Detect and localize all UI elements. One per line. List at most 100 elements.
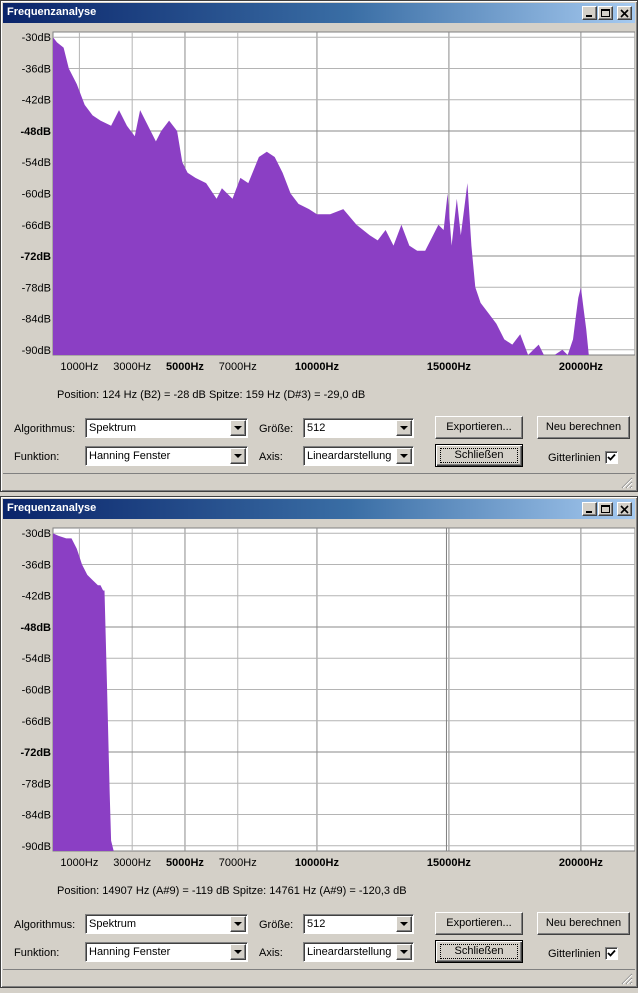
y-tick-label: -66dB <box>22 716 51 728</box>
y-tick-label: -48dB <box>20 126 51 138</box>
size-value: 512 <box>307 422 326 434</box>
algorithm-label: Algorithmus: <box>14 919 76 931</box>
minimize-icon <box>586 511 592 513</box>
function-label: Funktion: <box>14 451 60 463</box>
algorithm-value: Spektrum <box>89 422 137 434</box>
y-tick-label: -72dB <box>20 747 51 759</box>
algorithm-dropdown-button[interactable] <box>230 420 246 436</box>
x-tick-label: 15000Hz <box>427 361 472 373</box>
y-tick-label: -30dB <box>22 528 51 540</box>
minimize-button[interactable] <box>582 502 597 516</box>
axis-select[interactable]: Lineardarstellung <box>303 446 414 466</box>
size-dropdown-button[interactable] <box>396 420 412 436</box>
y-tick-label: -54dB <box>22 653 51 665</box>
status-readout: Position: 14907 Hz (A#9) = -119 dB Spitz… <box>57 885 407 897</box>
axis-dropdown-button[interactable] <box>396 944 412 960</box>
frequency-analysis-window: Frequenzanalyse -30dB -36dB -42dB -48dB -54d… <box>0 0 638 492</box>
focus-ring <box>440 944 518 959</box>
close-icon <box>620 9 629 18</box>
algorithm-dropdown-button[interactable] <box>230 916 246 932</box>
y-tick-label: -78dB <box>22 282 51 294</box>
function-dropdown-button[interactable] <box>230 448 246 464</box>
axis-value: Lineardarstellung <box>307 450 392 462</box>
axis-label: Axis: <box>259 451 283 463</box>
axis-dropdown-button[interactable] <box>396 448 412 464</box>
function-select[interactable]: Hanning Fenster <box>85 446 248 466</box>
check-icon <box>607 949 616 957</box>
x-tick-label: 1000Hz <box>60 857 98 869</box>
size-dropdown-button[interactable] <box>396 916 412 932</box>
y-tick-label: -54dB <box>22 157 51 169</box>
frequency-analysis-window: Frequenzanalyse -30dB -36dB -42dB -48dB -54d… <box>0 496 638 988</box>
x-tick-label: 3000Hz <box>113 361 151 373</box>
function-select[interactable]: Hanning Fenster <box>85 942 248 962</box>
x-tick-label: 20000Hz <box>559 361 604 373</box>
window-title: Frequenzanalyse <box>7 6 97 18</box>
resize-grip-icon[interactable] <box>621 973 633 985</box>
algorithm-value: Spektrum <box>89 918 137 930</box>
y-tick-label: -60dB <box>22 189 51 201</box>
gridlines-label: Gitterlinien <box>548 948 601 960</box>
maximize-button[interactable] <box>598 6 613 20</box>
y-tick-label: -36dB <box>22 559 51 571</box>
resize-grip-icon[interactable] <box>621 477 633 489</box>
status-bar <box>3 969 635 987</box>
gridlines-label: Gitterlinien <box>548 452 601 464</box>
y-tick-label: -72dB <box>20 251 51 263</box>
algorithm-select[interactable]: Spektrum <box>85 418 248 438</box>
function-value: Hanning Fenster <box>89 450 171 462</box>
chevron-down-icon <box>234 922 242 926</box>
x-tick-label: 7000Hz <box>219 361 257 373</box>
y-tick-label: -84dB <box>22 810 51 822</box>
gridlines-checkbox[interactable] <box>605 451 618 464</box>
size-select[interactable]: 512 <box>303 418 414 438</box>
status-bar <box>3 473 635 491</box>
y-tick-label: -66dB <box>22 220 51 232</box>
maximize-icon <box>601 9 610 17</box>
x-tick-label: 10000Hz <box>295 857 340 869</box>
size-select[interactable]: 512 <box>303 914 414 934</box>
algorithm-select[interactable]: Spektrum <box>85 914 248 934</box>
recalculate-button[interactable]: Neu berechnen <box>537 912 630 935</box>
function-label: Funktion: <box>14 947 60 959</box>
recalculate-button[interactable]: Neu berechnen <box>537 416 630 439</box>
x-tick-label: 15000Hz <box>427 857 472 869</box>
close-window-button[interactable] <box>617 502 632 516</box>
minimize-button[interactable] <box>582 6 597 20</box>
spectrum-plot[interactable]: -30dB -36dB -42dB -48dB -54dB -60dB -66dB -72dB… <box>3 25 635 373</box>
axis-select[interactable]: Lineardarstellung <box>303 942 414 962</box>
close-button[interactable]: Schließen <box>435 940 523 963</box>
title-bar[interactable]: Frequenzanalyse <box>3 3 635 23</box>
y-tick-label: -90dB <box>22 841 51 853</box>
close-button[interactable]: Schließen <box>435 444 523 467</box>
x-tick-label: 7000Hz <box>219 857 257 869</box>
function-dropdown-button[interactable] <box>230 944 246 960</box>
y-tick-label: -78dB <box>22 778 51 790</box>
minimize-icon <box>586 15 592 17</box>
size-label: Größe: <box>259 423 294 435</box>
y-tick-label: -42dB <box>22 95 51 107</box>
chevron-down-icon <box>234 426 242 430</box>
y-tick-label: -36dB <box>22 63 51 75</box>
maximize-button[interactable] <box>598 502 613 516</box>
chevron-down-icon <box>400 950 408 954</box>
chevron-down-icon <box>400 454 408 458</box>
chevron-down-icon <box>234 950 242 954</box>
export-button[interactable]: Exportieren... <box>435 416 523 439</box>
title-bar[interactable]: Frequenzanalyse <box>3 499 635 519</box>
y-tick-label: -90dB <box>22 345 51 357</box>
x-tick-label: 10000Hz <box>295 361 340 373</box>
export-button[interactable]: Exportieren... <box>435 912 523 935</box>
window-title: Frequenzanalyse <box>7 502 97 514</box>
close-window-button[interactable] <box>617 6 632 20</box>
axis-value: Lineardarstellung <box>307 946 392 958</box>
y-tick-label: -42dB <box>22 591 51 603</box>
close-icon <box>620 505 629 514</box>
check-icon <box>607 453 616 461</box>
chevron-down-icon <box>400 426 408 430</box>
size-value: 512 <box>307 918 326 930</box>
gridlines-checkbox[interactable] <box>605 947 618 960</box>
focus-ring <box>440 448 518 463</box>
function-value: Hanning Fenster <box>89 946 171 958</box>
spectrum-plot[interactable]: -30dB -36dB -42dB -48dB -54dB -60dB -66dB -72dB… <box>3 521 635 869</box>
